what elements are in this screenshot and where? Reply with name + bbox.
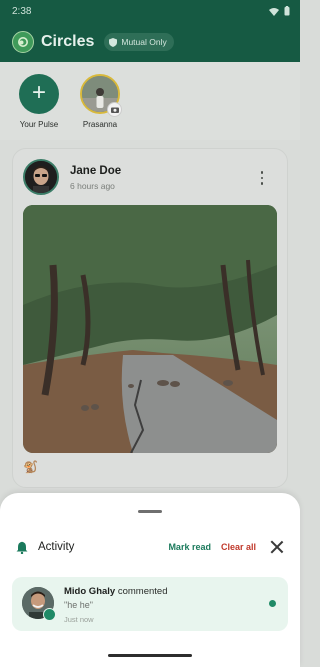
notification-user: Mido Ghaly xyxy=(64,586,116,597)
mark-read-button[interactable]: Mark read xyxy=(168,542,211,552)
clear-all-button[interactable]: Clear all xyxy=(221,542,256,552)
app-header: Circles Mutual Only xyxy=(0,22,300,62)
stories-row: + Your Pulse Prasanna xyxy=(0,62,300,140)
battery-icon xyxy=(284,6,290,16)
app-logo xyxy=(12,31,34,53)
notification-quote: "he he" xyxy=(64,600,93,610)
status-bar: 2:38 xyxy=(0,0,300,22)
notification-text: Mido Ghaly commented xyxy=(64,586,167,597)
gesture-nav-bar[interactable] xyxy=(108,654,192,657)
camera-icon xyxy=(107,102,122,117)
close-icon[interactable] xyxy=(270,540,284,554)
audience-badge-label: Mutual Only xyxy=(121,37,167,47)
audience-badge[interactable]: Mutual Only xyxy=(104,33,174,51)
unread-indicator xyxy=(269,600,276,607)
notification-time: Just now xyxy=(64,615,94,624)
story-your-pulse[interactable]: + Your Pulse xyxy=(9,74,69,129)
comment-icon xyxy=(43,608,56,621)
story-prasanna[interactable]: Prasanna xyxy=(70,74,130,129)
story-label: Your Pulse xyxy=(19,120,59,129)
app-title: Circles xyxy=(41,33,95,50)
notification-item[interactable]: Mido Ghaly commented "he he" Just now xyxy=(12,577,288,631)
status-time: 2:38 xyxy=(12,5,32,17)
activity-header: Activity Mark read Clear all xyxy=(16,537,284,557)
activity-title: Activity xyxy=(38,541,75,553)
drag-handle[interactable] xyxy=(138,510,162,513)
story-label: Prasanna xyxy=(82,120,118,129)
scrim-overlay[interactable] xyxy=(0,140,300,500)
wifi-icon xyxy=(269,7,279,16)
plus-icon[interactable]: + xyxy=(19,74,59,114)
shield-icon xyxy=(109,37,118,47)
bell-icon xyxy=(16,541,28,554)
notification-action: commented xyxy=(117,586,168,597)
